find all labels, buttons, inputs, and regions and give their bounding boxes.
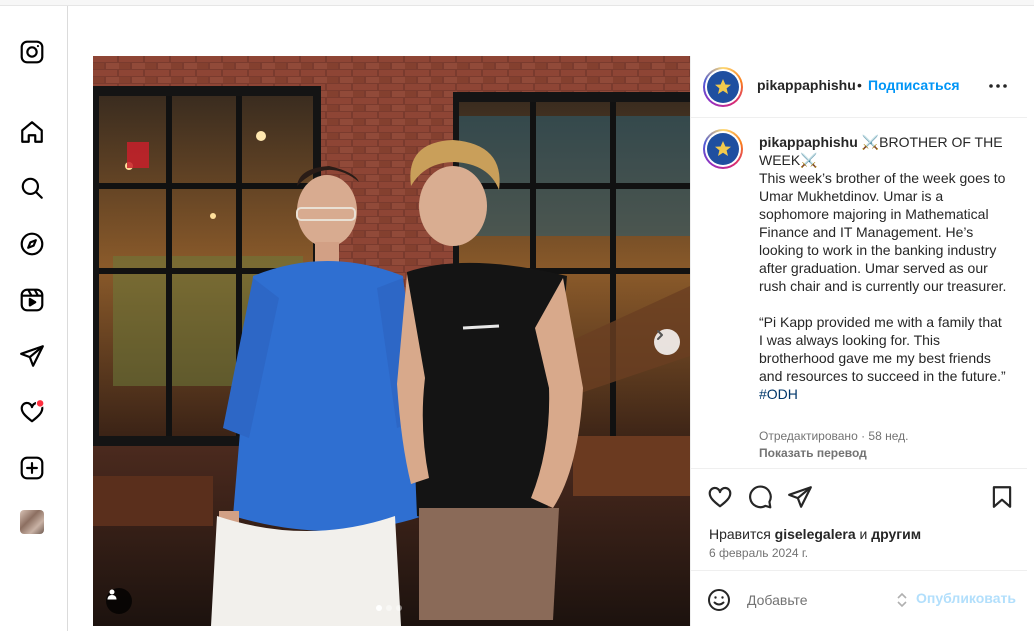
user-icon — [107, 589, 117, 600]
explore-icon[interactable] — [19, 231, 45, 257]
post-actions — [691, 476, 1027, 516]
resize-icon — [896, 591, 908, 609]
likes-middle: и — [855, 526, 872, 542]
post-photo-illustration — [93, 56, 690, 626]
caption-author-avatar[interactable] — [703, 129, 743, 169]
save-bookmark-icon[interactable] — [989, 484, 1015, 510]
chevron-right-icon — [657, 330, 663, 340]
header-username[interactable]: pikappaphishu — [757, 77, 856, 93]
more-horizontal-icon — [989, 84, 1007, 88]
carousel-dot — [396, 605, 402, 611]
translate-link[interactable]: Показать перевод — [759, 446, 867, 460]
likes-others-link[interactable]: другим — [871, 526, 921, 542]
carousel-indicator — [376, 605, 402, 611]
author-avatar[interactable] — [703, 67, 743, 107]
profile-avatar[interactable] — [20, 510, 44, 534]
carousel-dot — [376, 605, 382, 611]
reels-icon[interactable] — [19, 287, 45, 313]
post-date: 6 февраль 2024 г. — [709, 546, 809, 560]
header-separator: • — [857, 77, 862, 93]
publish-comment-button[interactable]: Опубликовать — [916, 590, 1016, 606]
sidebar — [0, 6, 68, 631]
caption-quote: “Pi Kapp provided me with a family that … — [759, 314, 1006, 384]
caption-body: This week’s brother of the week goes to … — [759, 170, 1007, 294]
likes-prefix: Нравится — [709, 526, 775, 542]
carousel-dot — [386, 605, 392, 611]
like-icon[interactable] — [707, 484, 733, 510]
edited-timestamp: Отредактировано · 58 нед. — [759, 429, 909, 443]
likes-summary: Нравится giselegalera и другим — [709, 526, 921, 542]
post-caption: pikappaphishu ⚔️BROTHER OF THE WEEK⚔️ Th… — [759, 133, 1009, 403]
post-header: pikappaphishu • Подписаться — [691, 56, 1027, 118]
comment-bar: Опубликовать — [691, 570, 1027, 626]
follow-button[interactable]: Подписаться — [868, 77, 960, 93]
more-options-button[interactable] — [987, 76, 1009, 96]
comment-input[interactable] — [747, 589, 887, 611]
post-details-panel: pikappaphishu • Подписаться pikappaphish… — [690, 56, 1027, 626]
messages-icon[interactable] — [19, 343, 45, 369]
emoji-icon[interactable] — [707, 588, 731, 612]
instagram-logo-icon[interactable] — [19, 39, 45, 65]
hashtag-link[interactable]: #ODH — [759, 386, 798, 402]
search-icon[interactable] — [19, 175, 45, 201]
post-image[interactable] — [93, 56, 690, 626]
tagged-users-button[interactable] — [106, 588, 132, 614]
caption-section: pikappaphishu ⚔️BROTHER OF THE WEEK⚔️ Th… — [691, 119, 1027, 469]
likes-user-link[interactable]: giselegalera — [775, 526, 856, 542]
comment-icon[interactable] — [747, 484, 773, 510]
home-icon[interactable] — [19, 119, 45, 145]
fraternity-logo-icon — [707, 71, 739, 103]
notifications-icon[interactable] — [19, 399, 45, 425]
carousel-next-button[interactable] — [654, 329, 680, 355]
fraternity-logo-icon — [707, 133, 739, 165]
share-icon[interactable] — [787, 484, 813, 510]
create-icon[interactable] — [19, 455, 45, 481]
caption-username[interactable]: pikappaphishu — [759, 134, 858, 150]
